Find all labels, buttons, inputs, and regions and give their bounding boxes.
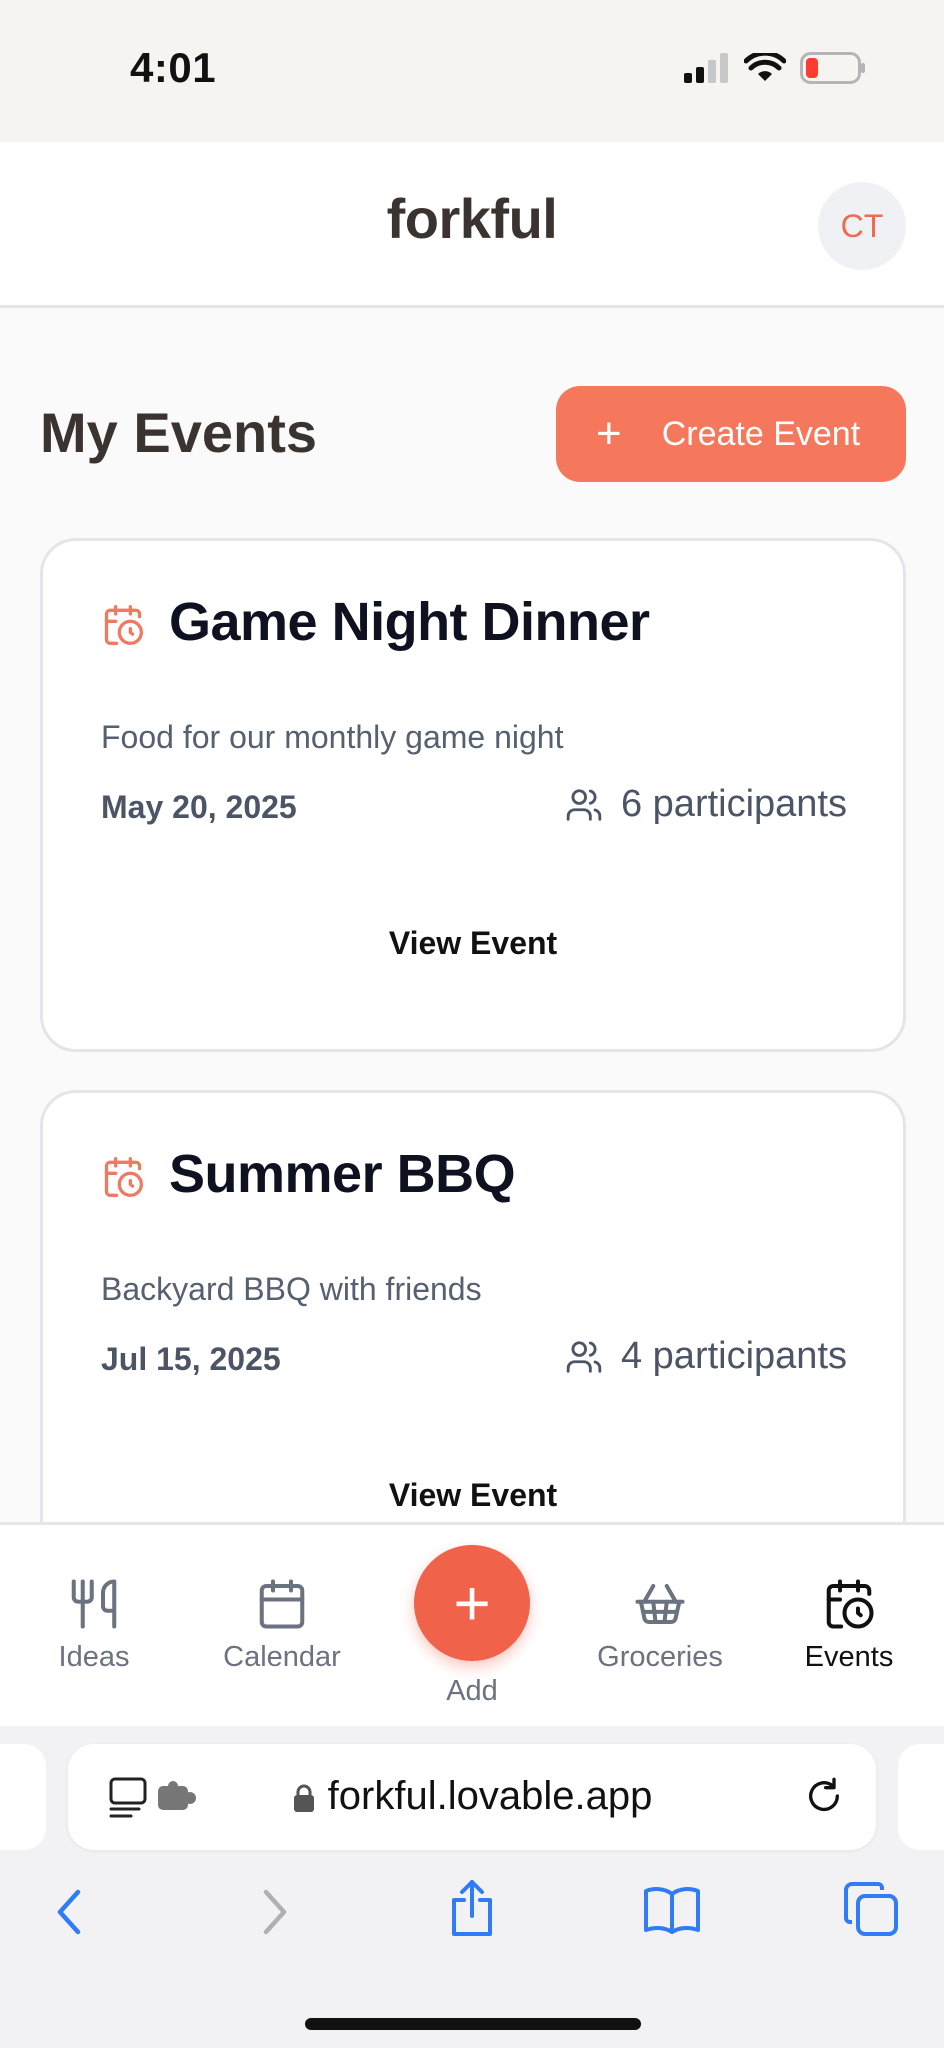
nav-label: Ideas — [58, 1641, 130, 1673]
event-participants: 6 participants — [565, 783, 847, 826]
view-event-button[interactable]: View Event — [43, 925, 903, 962]
participants-count: 4 participants — [620, 1335, 847, 1377]
event-title: Game Night Dinner — [169, 592, 650, 652]
cellular-signal-icon — [684, 53, 728, 83]
previous-tab-edge[interactable] — [0, 1744, 46, 1850]
calendar-icon — [259, 1579, 305, 1629]
lock-icon — [293, 1784, 314, 1813]
nav-label: Groceries — [597, 1641, 723, 1673]
address-bar[interactable]: forkful.lovable.app — [68, 1744, 876, 1850]
plus-icon: + — [596, 409, 622, 458]
next-tab-edge[interactable] — [898, 1744, 944, 1850]
app-header: forkful CT — [0, 142, 944, 308]
back-icon[interactable] — [52, 1886, 88, 1938]
tabs-icon[interactable] — [844, 1882, 900, 1938]
home-indicator — [305, 2018, 641, 2030]
view-event-button[interactable]: View Event — [43, 1477, 903, 1514]
forward-icon[interactable] — [256, 1886, 292, 1938]
bottom-nav: Ideas Calendar + Add Groceries Events — [0, 1522, 944, 1726]
event-description: Food for our monthly game night — [101, 719, 564, 755]
status-bar: 4:01 — [0, 0, 944, 142]
browser-toolbar — [0, 1876, 944, 1966]
main-content: My Events + Create Event Game Night Dinn… — [0, 308, 944, 1524]
participants-count: 6 participants — [620, 783, 847, 825]
page-title: My Events — [40, 401, 317, 464]
nav-item-groceries[interactable]: Groceries — [580, 1577, 740, 1674]
bookmarks-icon[interactable] — [642, 1884, 702, 1934]
users-icon — [566, 1340, 602, 1373]
event-participants: 4 participants — [565, 1335, 847, 1378]
status-icons — [684, 52, 866, 84]
reload-icon[interactable] — [804, 1776, 844, 1816]
url-text: forkful.lovable.app — [327, 1774, 653, 1818]
event-description: Backyard BBQ with friends — [101, 1271, 482, 1307]
event-title: Summer BBQ — [169, 1144, 516, 1204]
url-field[interactable]: forkful.lovable.app — [68, 1774, 876, 1819]
wifi-icon — [744, 53, 786, 81]
status-time: 4:01 — [130, 44, 217, 91]
plus-icon: + — [453, 1567, 491, 1639]
event-date: Jul 15, 2025 — [101, 1341, 281, 1377]
avatar[interactable]: CT — [818, 182, 906, 270]
add-button[interactable]: + — [414, 1545, 530, 1661]
calendar-clock-icon — [104, 1157, 143, 1197]
nav-item-calendar[interactable]: Calendar — [202, 1577, 362, 1674]
event-card: Summer BBQ Backyard BBQ with friends Jul… — [40, 1090, 906, 1524]
create-event-button[interactable]: + Create Event — [556, 386, 906, 482]
share-icon[interactable] — [446, 1878, 498, 1938]
nav-label: Calendar — [223, 1641, 341, 1673]
event-date: May 20, 2025 — [101, 789, 297, 825]
battery-icon — [800, 52, 865, 84]
calendar-clock-icon — [104, 605, 143, 645]
nav-item-ideas[interactable]: Ideas — [14, 1577, 174, 1674]
create-event-label: Create Event — [661, 414, 861, 453]
nav-label: Events — [804, 1641, 894, 1673]
nav-item-events[interactable]: Events — [769, 1577, 929, 1674]
nav-label-add: Add — [446, 1675, 498, 1707]
event-card: Game Night Dinner Food for our monthly g… — [40, 538, 906, 1052]
brand-logo[interactable]: forkful — [0, 186, 944, 251]
utensils-icon — [71, 1579, 117, 1629]
basket-icon — [635, 1583, 685, 1625]
users-icon — [566, 788, 602, 821]
browser-chrome: forkful.lovable.app — [0, 1726, 944, 2048]
calendar-clock-icon — [826, 1579, 874, 1629]
